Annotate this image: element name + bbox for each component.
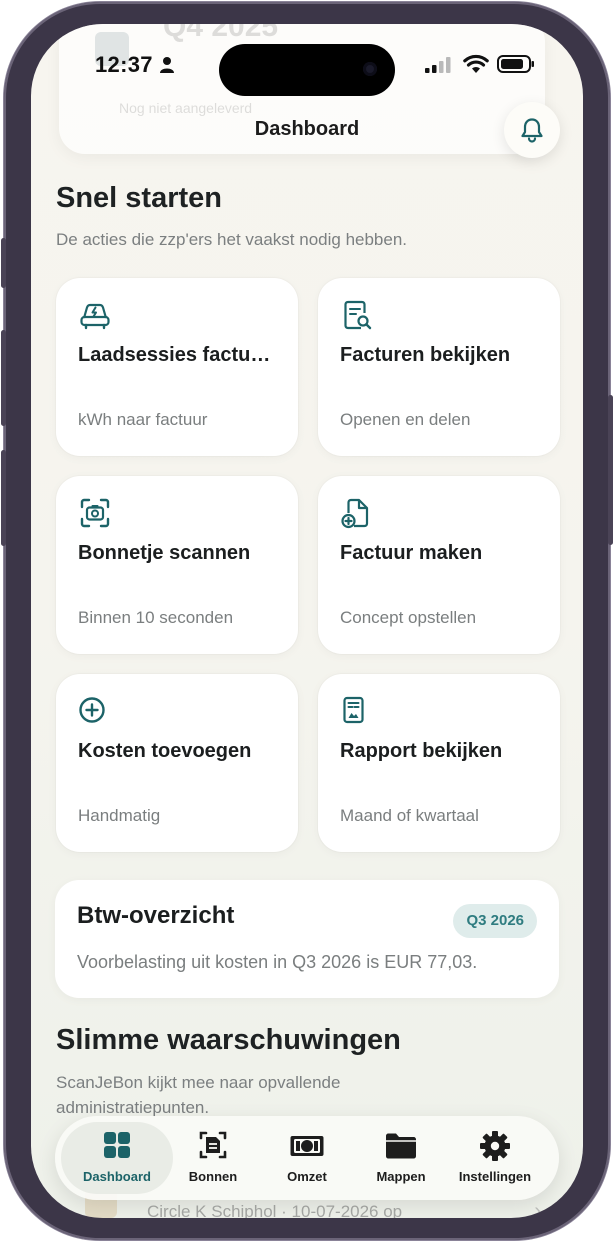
gear-icon [480,1131,510,1161]
tile-subtitle: Handmatig [78,806,161,825]
action-button [1,238,6,288]
tile-subtitle: kWh naar factuur [78,410,208,429]
smart-warnings-title: Slimme waarschuwingen [56,1024,401,1056]
volume-down-button [1,450,6,546]
tab-mappen[interactable]: Mappen [353,1116,449,1200]
folder-icon [386,1133,416,1159]
vat-summary: Voorbelasting uit kosten in Q3 2026 is E… [77,952,478,972]
plus-circle-icon [79,697,105,723]
tab-bar: Dashboard Bonnen Omzet Mappen Instelling… [55,1116,559,1200]
scan-camera-icon [80,498,110,528]
tile-title: Factuur maken [340,542,483,564]
tile-title: Kosten toevoegen [78,740,252,762]
smart-warnings-subtitle-line1: ScanJeBon kijkt mee naar opvallende [56,1073,341,1092]
chevron-right-icon: › [534,1200,541,1218]
bell-icon [521,118,543,143]
dynamic-island [219,44,395,96]
power-button [608,395,613,545]
app-screen: Q4 2025 Nog niet aangeleverd 12:37 Dashb… [31,24,583,1218]
tab-label: Bonnen [188,1169,238,1184]
quarter-badge: Q3 2026 [453,904,537,938]
ev-car-icon [80,303,110,330]
receipt-scan-icon [199,1131,227,1159]
report-icon [343,696,364,724]
tile-create-invoice[interactable]: Factuur maken Concept opstellen [318,476,560,654]
tab-label: Mappen [376,1169,426,1184]
tab-bonnen[interactable]: Bonnen [165,1116,261,1200]
tile-view-invoices[interactable]: Facturen bekijken Openen en delen [318,278,560,456]
camera-icon [363,62,377,76]
volume-up-button [1,330,6,426]
period-status: Nog niet aangeleverd [119,100,253,116]
banknote-icon [290,1136,324,1156]
tile-title: Bonnetje scannen [78,542,251,564]
tile-subtitle: Openen en delen [340,410,471,429]
quick-start-title: Snel starten [56,182,222,214]
tile-view-report[interactable]: Rapport bekijken Maand of kwartaal [318,674,560,852]
tile-title: Rapport bekijken [340,740,503,762]
vat-overview-card[interactable]: Btw-overzicht Q3 2026 Voorbelasting uit … [55,880,559,998]
notifications-button[interactable] [504,102,560,158]
tab-instellingen[interactable]: Instellingen [447,1116,543,1200]
tile-charging-sessions-invoice[interactable]: Laadsessies factuur maken kWh naar factu… [56,278,298,456]
wifi-icon [463,54,489,73]
tile-title: Facturen bekijken [340,344,511,366]
quick-start-subtitle: De acties die zzp'ers het vaakst nodig h… [56,230,408,249]
tab-omzet[interactable]: Omzet [259,1116,355,1200]
tile-scan-receipt[interactable]: Bonnetje scannen Binnen 10 seconden [56,476,298,654]
tile-title: Laadsessies factuur maken [78,344,278,366]
status-time: 12:37 [95,52,153,77]
person-icon [160,57,174,73]
battery-icon [497,55,534,73]
tile-add-costs[interactable]: Kosten toevoegen Handmatig [56,674,298,852]
tab-label: Omzet [287,1169,327,1184]
new-document-icon [341,498,369,529]
cellular-signal-icon [425,57,451,73]
tile-subtitle: Binnen 10 seconden [78,608,234,627]
dashboard-grid-icon [104,1132,130,1158]
tab-label: Instellingen [458,1169,532,1184]
status-bar: 12:37 [31,24,583,96]
tile-subtitle: Maand of kwartaal [340,806,479,825]
tab-dashboard[interactable]: Dashboard [69,1116,165,1200]
tile-subtitle: Concept opstellen [340,608,477,627]
vat-title: Btw-overzicht [77,902,235,929]
tab-label: Dashboard [83,1169,151,1184]
page-title: Dashboard [254,118,360,140]
warning-item-text: Circle K Schiphol · 10-07-2026 op [147,1202,403,1218]
invoice-search-icon [344,300,372,330]
